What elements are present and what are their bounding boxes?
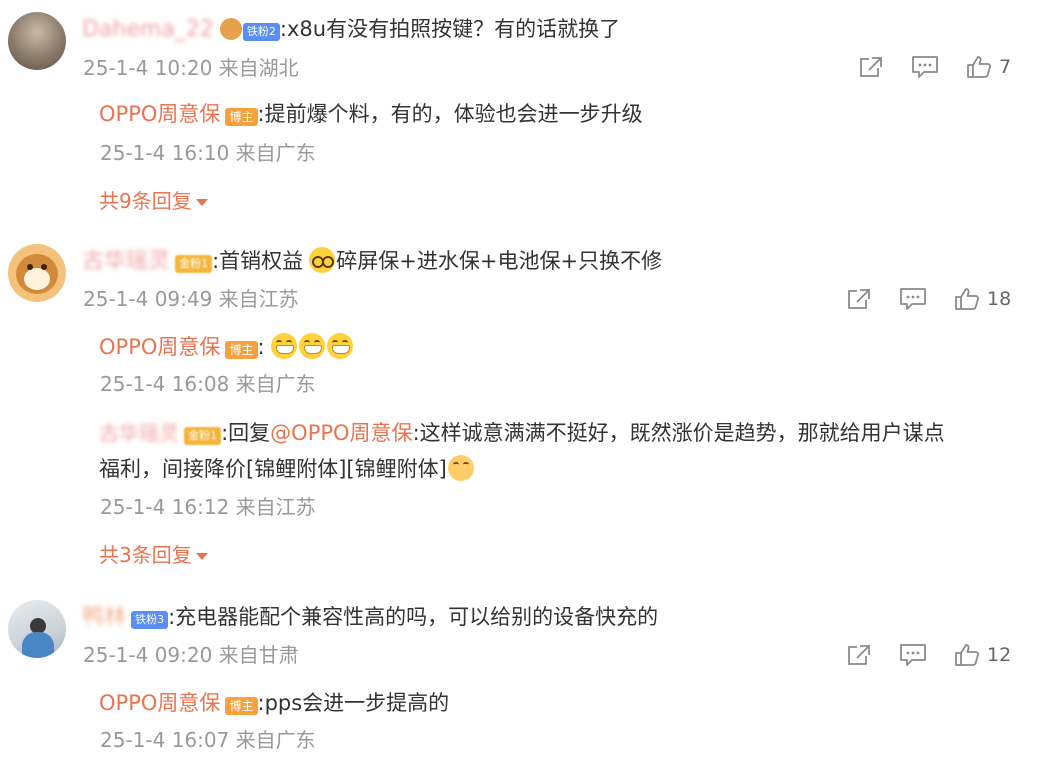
share-button[interactable] [858, 55, 884, 79]
comment-actions: 12 [846, 643, 1011, 667]
thumbs-up-icon [955, 288, 980, 310]
more-replies-button[interactable]: 共3条回复 [99, 541, 208, 569]
chevron-down-icon [195, 553, 208, 560]
comment-actions: 18 [846, 287, 1011, 311]
comment-text: :x8u有没有拍照按键？有的话就换了 [279, 17, 621, 41]
reply-author[interactable]: OPPO周意保 [99, 102, 220, 126]
grin-emoji-icon [270, 333, 297, 359]
glasses-emoji-icon [309, 247, 336, 273]
comment-icon [912, 56, 938, 78]
cat-emoji-icon [447, 455, 474, 481]
reply-text: :提前爆个料，有的，体验也会进一步升级 [257, 102, 643, 126]
fan-badge: 金粉1 [175, 254, 213, 273]
like-count: 18 [987, 288, 1012, 310]
reply: OPPO周意保 博主:pps会进一步提高的 [99, 688, 449, 718]
share-icon [848, 645, 870, 665]
reply-meta: 25-1-4 16:12 来自江苏 [100, 495, 316, 519]
reply-text: :pps会进一步提高的 [257, 691, 450, 715]
host-badge: 博主 [225, 107, 258, 126]
avatar[interactable] [8, 600, 66, 658]
comment-text: :首销权益 [212, 249, 304, 273]
reply-author[interactable]: OPPO周意保 [99, 335, 220, 359]
username[interactable]: 鸭林 [82, 605, 126, 630]
reply: OPPO周意保 博主:提前爆个料，有的，体验也会进一步升级 [99, 99, 643, 129]
like-count: 12 [987, 644, 1012, 666]
reply-author[interactable]: 古华瑶灵 [99, 421, 179, 445]
username[interactable]: 古华瑶灵 [82, 249, 170, 274]
share-button[interactable] [846, 287, 872, 311]
thumbs-up-icon [955, 644, 980, 666]
comment-actions: 7 [858, 55, 1011, 79]
comment-text-rest: 碎屏保+进水保+电池保+只换不修 [336, 249, 663, 273]
reply-meta: 25-1-4 16:10 来自广东 [100, 141, 316, 165]
reply-author[interactable]: OPPO周意保 [99, 691, 220, 715]
fan-badge: 金粉1 [184, 426, 222, 445]
username[interactable]: Dahema_22 [82, 17, 214, 42]
thumbs-up-icon [967, 56, 992, 78]
more-replies-label: 共9条回复 [99, 189, 192, 213]
reply: OPPO周意保 博主: [99, 332, 354, 362]
reply-text: :这样诚意满满不挺好，既然涨价是趋势，那就给用户谋点 [412, 421, 945, 445]
fan-badge-icon [219, 18, 242, 40]
comment-text: :充电器能配个兼容性高的吗，可以给别的设备快充的 [168, 605, 659, 629]
reply-text: : [257, 335, 265, 359]
comment-icon [900, 288, 926, 310]
share-button[interactable] [846, 643, 872, 667]
grin-emoji-icon [326, 333, 353, 359]
like-count: 7 [999, 56, 1012, 78]
comment-meta: 25-1-4 09:49 来自江苏 [83, 287, 299, 311]
comment-meta: 25-1-4 10:20 来自湖北 [83, 56, 299, 80]
comment-button[interactable] [899, 287, 927, 311]
reply-meta: 25-1-4 16:08 来自广东 [100, 372, 316, 396]
more-replies-button[interactable]: 共9条回复 [99, 187, 208, 215]
host-badge: 博主 [225, 696, 258, 715]
comment-button[interactable] [899, 643, 927, 667]
like-button[interactable]: 12 [954, 643, 1011, 667]
comment-header: 鸭林 铁粉3:充电器能配个兼容性高的吗，可以给别的设备快充的 [82, 602, 658, 632]
avatar[interactable] [8, 12, 66, 70]
chevron-down-icon [195, 199, 208, 206]
comment-icon [900, 644, 926, 666]
fan-badge: 铁粉3 [131, 610, 169, 629]
reply-prefix: :回复 [221, 421, 271, 445]
reply-text-line2: 福利，间接降价[锦鲤附体][锦鲤附体] [99, 454, 475, 484]
grin-emoji-icon [298, 333, 325, 359]
more-replies-label: 共3条回复 [99, 543, 192, 567]
comment-button[interactable] [911, 55, 939, 79]
reply-meta: 25-1-4 16:07 来自广东 [100, 728, 316, 752]
reply: 古华瑶灵 金粉1:回复@OPPO周意保:这样诚意满满不挺好，既然涨价是趋势，那就… [99, 418, 945, 448]
like-button[interactable]: 18 [954, 287, 1011, 311]
mention-link[interactable]: @OPPO周意保 [270, 421, 412, 445]
like-button[interactable]: 7 [966, 55, 1011, 79]
comment-header: Dahema_22 铁粉2:x8u有没有拍照按键？有的话就换了 [82, 14, 620, 44]
comment-header: 古华瑶灵 金粉1:首销权益 碎屏保+进水保+电池保+只换不修 [82, 246, 662, 276]
avatar[interactable] [8, 244, 66, 302]
share-icon [860, 57, 882, 77]
comment-meta: 25-1-4 09:20 来自甘肃 [83, 643, 299, 667]
share-icon [848, 289, 870, 309]
host-badge: 博主 [225, 340, 258, 359]
reply-text: 福利，间接降价[锦鲤附体][锦鲤附体] [99, 457, 447, 481]
fan-badge: 铁粉2 [242, 22, 280, 41]
